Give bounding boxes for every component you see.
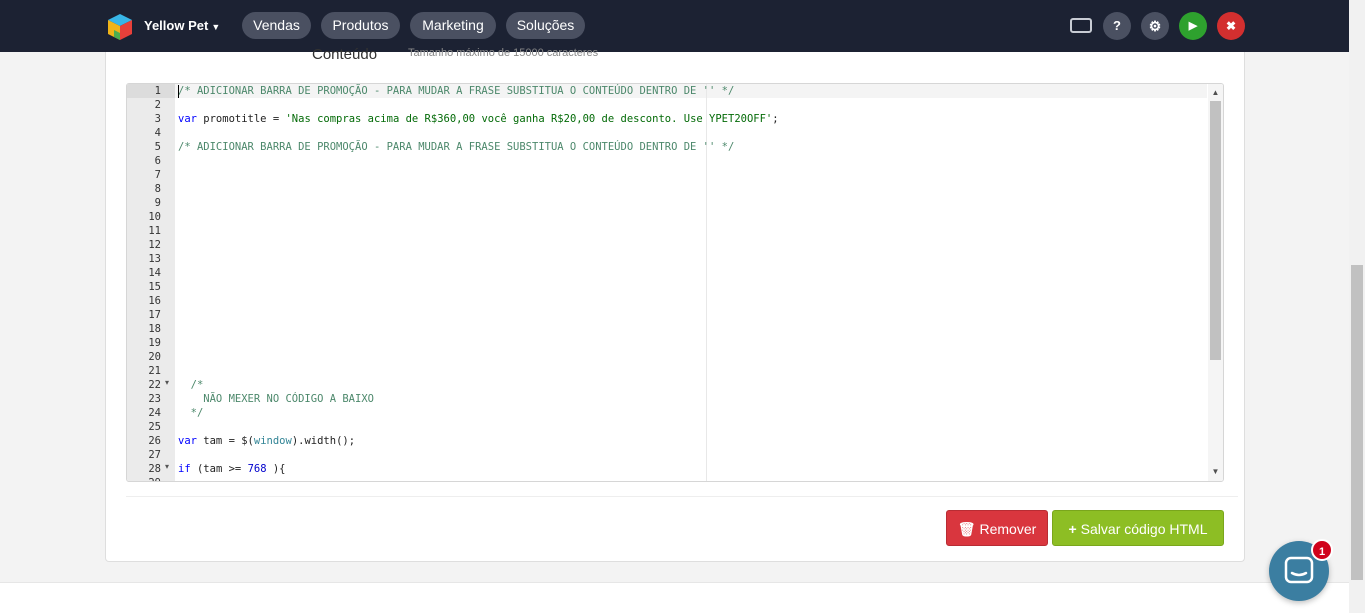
line-number: 29	[127, 476, 161, 481]
line-number: 12	[148, 239, 161, 251]
line-number: 15	[148, 281, 161, 293]
plus-icon: +	[1068, 521, 1077, 537]
line-number: 17	[148, 309, 161, 321]
code-line: NÃO MEXER NO CÓDIGO A BAIXO	[178, 393, 374, 405]
gear-icon: ⚙	[1148, 18, 1162, 34]
line-number: 22	[148, 379, 161, 391]
line-number: 4	[154, 127, 161, 139]
code-line: */	[178, 407, 204, 419]
line-number: 27	[148, 449, 161, 461]
scroll-up-icon[interactable]: ▲	[1208, 86, 1223, 100]
line-number: 1	[154, 85, 161, 97]
line-number: 23	[148, 393, 161, 405]
code-line: var tam = $(window).width();	[178, 435, 356, 447]
caret-down-icon: ▼	[211, 22, 221, 32]
nav-marketing[interactable]: Marketing	[410, 12, 496, 39]
settings-button[interactable]: ⚙	[1141, 12, 1169, 40]
close-button[interactable]: ✖	[1217, 12, 1245, 40]
code-line: /* ADICIONAR BARRA DE PROMOÇÃO - PARA MU…	[178, 141, 735, 153]
remove-button-label: Remover	[979, 521, 1037, 537]
fold-toggle-icon[interactable]: ▾	[165, 378, 169, 387]
line-number: 14	[148, 267, 161, 279]
nav-vendas[interactable]: Vendas	[242, 12, 311, 39]
code-line: /* ADICIONAR BARRA DE PROMOÇÃO - PARA MU…	[178, 85, 735, 97]
line-number: 19	[148, 337, 161, 349]
run-button[interactable]: ▶	[1179, 12, 1207, 40]
nav-produtos[interactable]: Produtos	[321, 12, 400, 39]
cube-logo-icon[interactable]	[106, 12, 134, 42]
line-number: 20	[148, 351, 161, 363]
line-number: 13	[148, 253, 161, 265]
store-selector[interactable]: Yellow Pet ▼	[144, 18, 220, 33]
code-editor[interactable]: 1 2 3 4 5 6 7 8 9 10 11 12 13 14 15 16 1…	[126, 83, 1224, 482]
line-number: 24	[148, 407, 161, 419]
save-html-button[interactable]: + Salvar código HTML	[1052, 510, 1224, 546]
fold-toggle-icon[interactable]: ▾	[165, 462, 169, 471]
line-numbers: 1 2 3 4 5 6 7 8 9 10 11 12 13 14 15 16 1…	[127, 84, 161, 481]
form-divider	[126, 496, 1238, 497]
screen-preview-icon[interactable]	[1070, 18, 1092, 33]
line-number: 25	[148, 421, 161, 433]
nav-solucoes[interactable]: Soluções	[506, 12, 585, 39]
chat-notification-badge: 1	[1311, 539, 1333, 561]
line-number: 3	[154, 113, 161, 125]
line-number: 6	[154, 155, 161, 167]
save-button-label: Salvar código HTML	[1080, 521, 1208, 537]
code-line: /*	[178, 379, 204, 391]
text-cursor	[178, 85, 179, 98]
help-icon: ?	[1113, 18, 1121, 33]
line-number: 28	[148, 463, 161, 475]
code-line: if (tam >= 768 ){	[178, 463, 286, 475]
line-number: 5	[154, 141, 161, 153]
line-number: 26	[148, 435, 161, 447]
field-label: Conteúdo	[312, 46, 378, 63]
line-number: 8	[154, 183, 161, 195]
editor-scrollbar-thumb[interactable]	[1210, 101, 1221, 360]
code-content[interactable]: /* ADICIONAR BARRA DE PROMOÇÃO - PARA MU…	[178, 84, 779, 476]
play-icon: ▶	[1188, 20, 1198, 32]
page-footer	[0, 582, 1349, 613]
line-number: 18	[148, 323, 161, 335]
line-number: 21	[148, 365, 161, 377]
page-scrollbar-thumb[interactable]	[1351, 265, 1363, 580]
trash-icon: 🗑	[957, 521, 976, 537]
code-line: var promotitle = 'Nas compras acima de R…	[178, 113, 779, 125]
field-hint: Tamanho máximo de 15000 caracteres	[408, 47, 599, 59]
line-number: 2	[154, 99, 161, 111]
store-name: Yellow Pet	[144, 18, 209, 33]
remove-button[interactable]: 🗑 Remover	[946, 510, 1048, 546]
line-number: 10	[148, 211, 161, 223]
line-number: 11	[148, 225, 161, 237]
scroll-down-icon[interactable]: ▼	[1208, 465, 1223, 479]
line-number: 16	[148, 295, 161, 307]
line-number: 7	[154, 169, 161, 181]
editor-scrollbar[interactable]: ▲ ▼	[1208, 84, 1223, 481]
line-number: 9	[154, 197, 161, 209]
help-button[interactable]: ?	[1103, 12, 1131, 40]
close-icon: ✖	[1225, 19, 1237, 33]
top-navbar: Yellow Pet ▼ Vendas Produtos Marketing So…	[0, 0, 1365, 52]
